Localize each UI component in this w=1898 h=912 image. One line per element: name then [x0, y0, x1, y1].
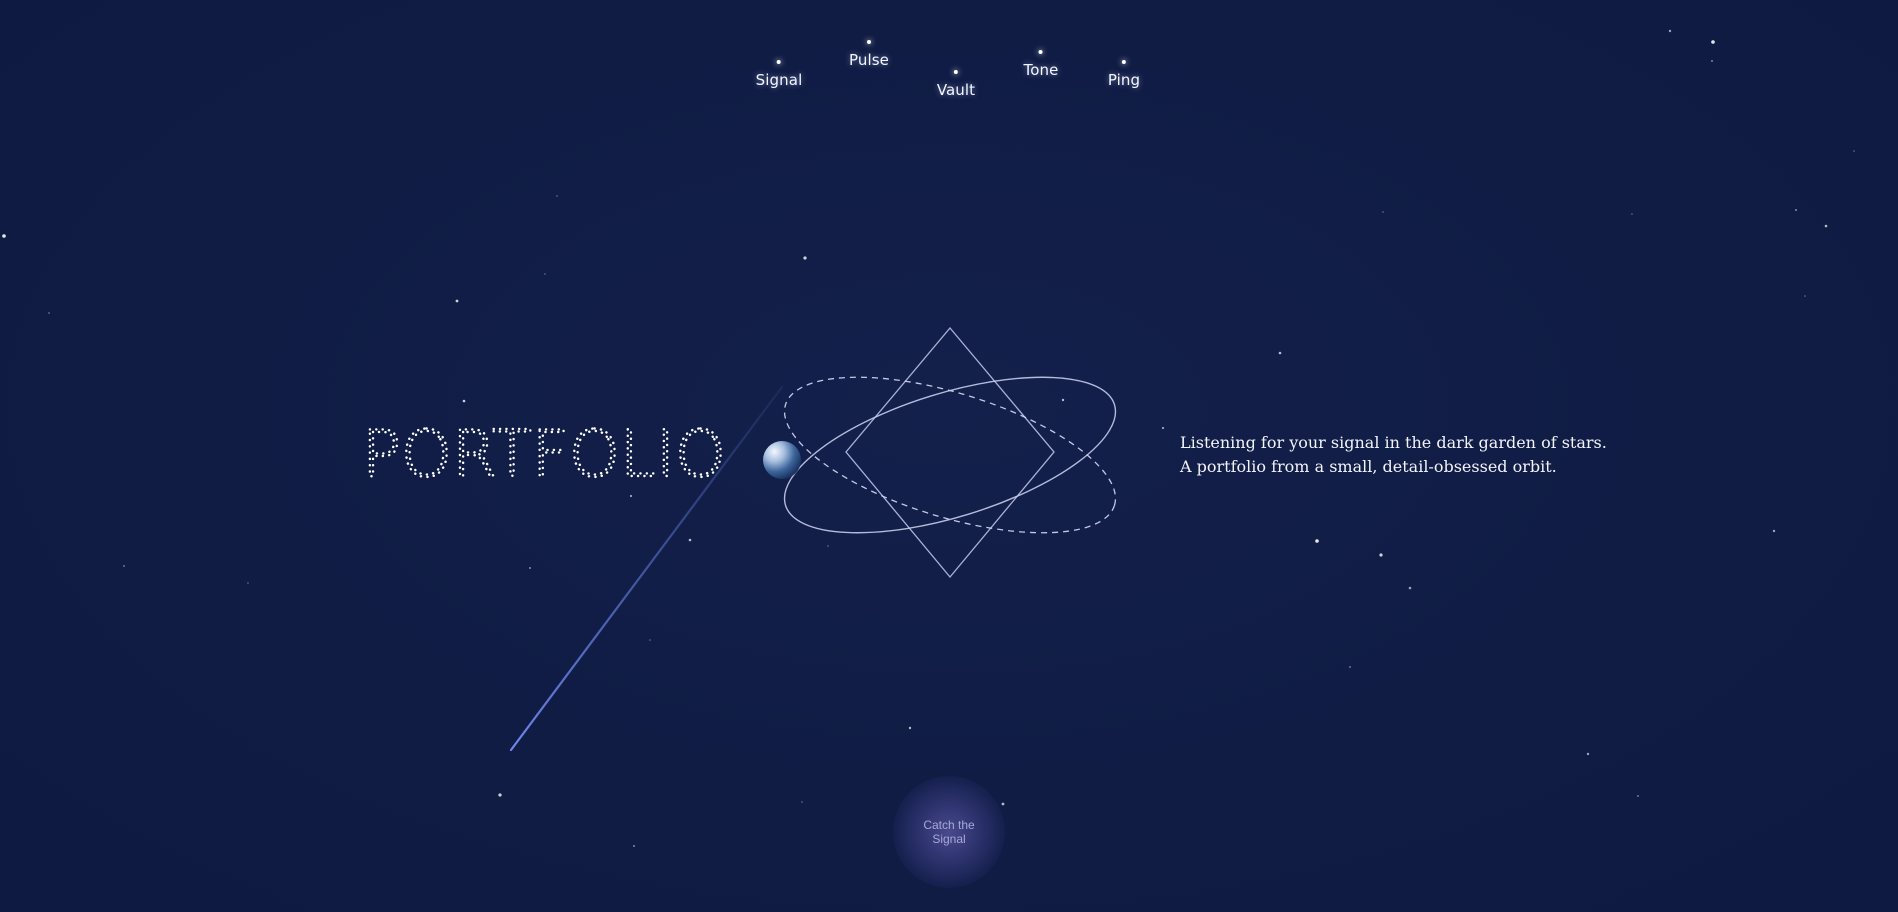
- catch-the-signal-button[interactable]: Catch the Signal: [893, 776, 1005, 888]
- nav-item-vault[interactable]: Vault: [937, 70, 975, 99]
- tagline-line-1: Listening for your signal in the dark ga…: [1180, 433, 1607, 452]
- planet-icon: [763, 441, 801, 479]
- nav-item-label: Ping: [1107, 71, 1141, 89]
- nav-item-tone[interactable]: Tone: [1024, 50, 1059, 79]
- comet-trail-icon: [509, 385, 784, 752]
- orbit-graphic: [509, 326, 1117, 752]
- nav-item-label: Signal: [755, 71, 803, 89]
- nav-star-dot-icon: [1039, 50, 1043, 54]
- nav-item-ping[interactable]: Ping: [1108, 60, 1140, 89]
- nav-item-signal[interactable]: Signal: [756, 60, 803, 89]
- diamond-outline: [845, 326, 1055, 579]
- nav-item-label: Pulse: [849, 51, 889, 69]
- tagline-line-2: A portfolio from a small, detail-obsesse…: [1180, 457, 1557, 476]
- nav-star-dot-icon: [867, 40, 871, 44]
- nav-item-label: Tone: [1023, 61, 1059, 79]
- hero-tagline: Listening for your signal in the dark ga…: [1180, 431, 1700, 479]
- nav-item-label: Vault: [936, 81, 976, 99]
- nav-item-pulse[interactable]: Pulse: [849, 40, 889, 69]
- nav-star-dot-icon: [953, 70, 958, 74]
- orbit-ellipse-solid: [783, 376, 1117, 534]
- nav-star-dot-icon: [777, 60, 781, 64]
- nav-star-dot-icon: [1122, 60, 1126, 64]
- top-navigation: Signal Pulse Vault Tone Ping: [0, 0, 1898, 120]
- catch-the-signal-label: Catch the Signal: [923, 818, 975, 846]
- orbit-ellipse-dashed: [783, 376, 1117, 534]
